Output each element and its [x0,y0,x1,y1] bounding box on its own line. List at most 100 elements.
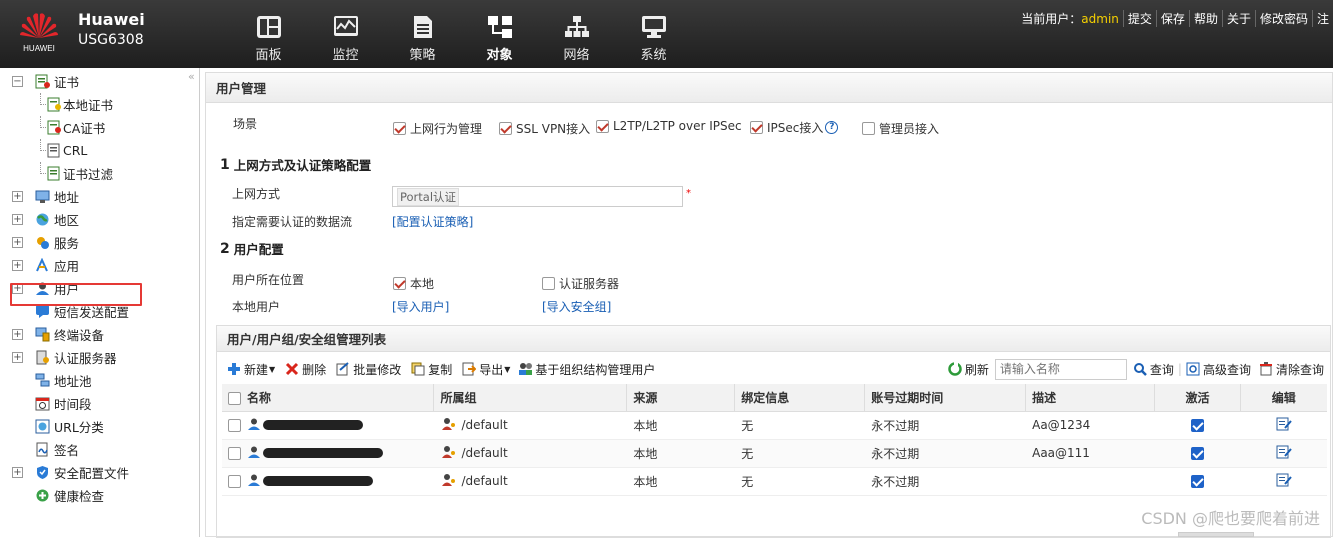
select-all-checkbox[interactable] [228,391,241,405]
new-button[interactable]: 新建 ▼ [227,361,275,378]
expand-node-icon[interactable]: + [12,191,23,202]
import-users-link[interactable]: [导入用户] [392,298,449,315]
copy-button[interactable]: 复制 [411,361,452,378]
sidebar-item-0[interactable]: − 证书 [0,70,199,93]
sidebar-item-label: 认证服务器 [54,351,117,366]
nav-object[interactable]: 对象 [461,0,538,68]
sidebar-item-label: 安全配置文件 [54,466,130,481]
column-source[interactable]: 来源 [626,384,736,412]
batch-edit-label: 批量修改 [353,362,402,377]
collapse-node-icon[interactable]: − [12,76,23,87]
org-manage-button[interactable]: 基于组织结构管理用户 [518,361,655,378]
location-local[interactable]: 本地 [393,275,434,292]
sidebar-item-6[interactable]: + 地区 [0,208,199,231]
checkbox[interactable] [499,122,512,135]
active-checkbox[interactable] [1191,419,1205,432]
option-label: SSL VPN接入 [516,122,591,136]
table-row[interactable]: /default 本地无永不过期 Aaa@111 [222,439,1327,468]
scene-option-3[interactable]: IPSec接入? [750,119,839,136]
about-link[interactable]: 关于 [1221,10,1255,27]
search-input[interactable] [994,358,1127,380]
main-panel: 用户管理 场景 上网行为管理 SSL VPN接入 L2TP/L2TP over … [205,72,1333,538]
checkbox[interactable] [862,122,875,135]
expand-node-icon[interactable]: + [12,352,23,363]
scene-option-1[interactable]: SSL VPN接入 [499,120,590,137]
sidebar-item-4[interactable]: 证书过滤 [0,162,199,185]
advanced-query-button[interactable]: 高级查询 [1186,361,1251,378]
nav-network[interactable]: 网络 [538,0,615,68]
expand-node-icon[interactable]: + [12,237,23,248]
cell-name [222,439,434,468]
table-row[interactable]: /default 本地无永不过期 [222,467,1327,496]
sidebar-item-5[interactable]: + 地址 [0,185,199,208]
scene-option-4[interactable]: 管理员接入 [862,120,939,137]
column-group[interactable]: 所属组 [433,384,628,412]
checkbox[interactable] [542,277,555,290]
sidebar-item-18[interactable]: 健康检查 [0,484,199,507]
expand-node-icon[interactable]: + [12,214,23,225]
sidebar-item-7[interactable]: + 服务 [0,231,199,254]
batch-edit-button[interactable]: 批量修改 [336,361,401,378]
checkbox[interactable] [596,119,609,133]
row-checkbox[interactable] [228,446,241,460]
import-groups-link[interactable]: [导入安全组] [542,298,611,315]
row-checkbox[interactable] [228,418,241,432]
checkbox[interactable] [750,121,763,134]
edit-icon[interactable] [1276,473,1292,490]
sidebar-item-8[interactable]: + 应用 [0,254,199,277]
scene-option-0[interactable]: 上网行为管理 [393,120,482,137]
help-icon[interactable]: ? [825,121,839,134]
checkbox[interactable] [393,122,406,135]
expand-node-icon[interactable]: + [12,467,23,478]
export-button[interactable]: 导出 ▼ [462,361,510,378]
sidebar-item-17[interactable]: + 安全配置文件 [0,461,199,484]
sidebar-item-12[interactable]: + 认证服务器 [0,346,199,369]
product-brand: Huawei USG6308 [78,10,145,50]
export-label: 导出 [479,362,504,377]
access-mode-field[interactable]: Portal认证 [392,186,683,207]
table-row[interactable]: /default 本地无永不过期 Aa@1234 [222,411,1327,440]
query-button[interactable]: 查询 [1133,361,1174,378]
expand-node-icon[interactable]: + [12,329,23,340]
column-name[interactable]: 名称 [222,384,435,412]
delete-button[interactable]: 删除 [285,361,326,378]
sidebar-item-11[interactable]: + 终端设备 [0,323,199,346]
location-auth-server[interactable]: 认证服务器 [542,275,619,292]
column-binding[interactable]: 绑定信息 [734,384,866,412]
sidebar-item-2[interactable]: CA证书 [0,116,199,139]
sidebar-item-13[interactable]: 地址池 [0,369,199,392]
nav-monitor[interactable]: 监控 [307,0,384,68]
scene-option-2[interactable]: L2TP/L2TP over IPSec [596,119,742,133]
nav-system[interactable]: 系统 [615,0,692,68]
column-expire[interactable]: 账号过期时间 [864,384,1027,412]
save-link[interactable]: 保存 [1155,10,1189,27]
active-checkbox[interactable] [1191,475,1205,488]
help-link[interactable]: 帮助 [1188,10,1222,27]
sidebar-item-16[interactable]: 签名 [0,438,199,461]
edit-icon[interactable] [1276,417,1292,434]
clear-query-button[interactable]: 清除查询 [1259,361,1324,378]
nav-policy[interactable]: 策略 [384,0,461,68]
active-checkbox[interactable] [1191,447,1205,460]
change-password-link[interactable]: 修改密码 [1254,10,1312,27]
sidebar-item-14[interactable]: 时间段 [0,392,199,415]
redacted-name [263,420,363,430]
edit-icon[interactable] [1276,445,1292,462]
sidebar-item-15[interactable]: URL分类 [0,415,199,438]
row-checkbox[interactable] [228,474,241,488]
submit-link[interactable]: 提交 [1122,10,1156,27]
sidebar-item-3[interactable]: CRL [0,139,199,162]
nav-dashboard[interactable]: 面板 [230,0,307,68]
time-range-icon [34,396,50,412]
logout-link[interactable]: 注 [1311,10,1333,27]
cell-name [222,411,434,440]
configure-auth-policy-link[interactable]: [配置认证策略] [392,213,473,230]
expand-node-icon[interactable]: + [12,260,23,271]
sidebar-item-1[interactable]: 本地证书 [0,93,199,116]
checkbox[interactable] [393,277,406,290]
column-desc[interactable]: 描述 [1025,384,1156,412]
service-icon [34,235,50,251]
column-active[interactable]: 激活 [1154,384,1242,412]
refresh-button[interactable]: 刷新 [948,361,989,378]
copy-label: 复制 [428,362,453,377]
